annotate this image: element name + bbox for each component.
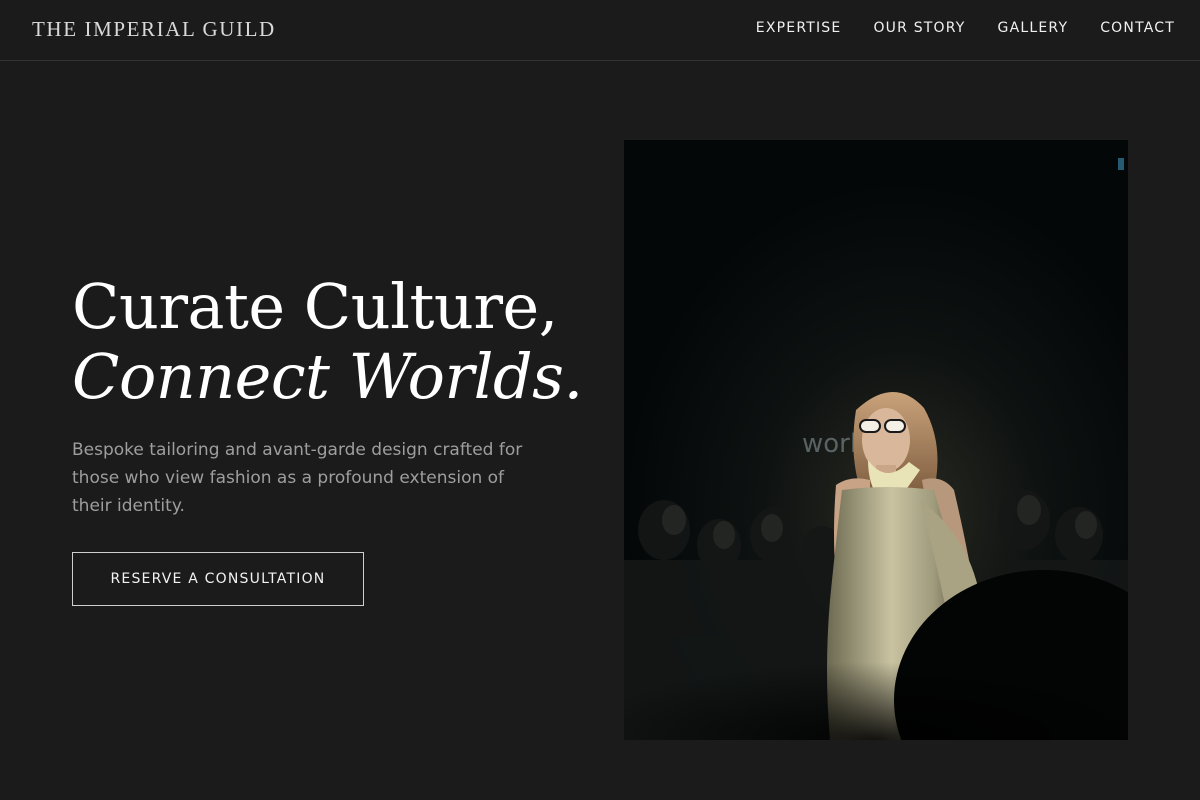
nav-link-our-story[interactable]: OUR STORY [873,20,965,36]
nav-links: EXPERTISE OUR STORY GALLERY CONTACT [756,19,1175,37]
nav-item-contact: CONTACT [1100,19,1175,37]
stage-light [1118,158,1124,170]
headline-line-1: Curate Culture, [72,270,558,343]
top-navigation: THE IMPERIAL GUILD EXPERTISE OUR STORY G… [0,0,1200,61]
brand-logo[interactable]: THE IMPERIAL GUILD [32,17,276,42]
nav-item-expertise: EXPERTISE [756,19,842,37]
hero-runway-photo: world [624,140,1128,740]
hero-subtext: Bespoke tailoring and avant-garde design… [72,440,523,516]
nav-item-gallery: GALLERY [998,19,1069,37]
foreground-shadow-bottom [624,610,1128,740]
nav-link-gallery[interactable]: GALLERY [998,20,1069,36]
nav-item-our-story: OUR STORY [873,19,965,37]
headline-line-2: Connect Worlds. [72,340,583,413]
hero-headline: Curate Culture, Connect Worlds. [72,272,602,412]
reserve-consultation-button[interactable]: RESERVE A CONSULTATION [72,552,364,606]
runway-photo-illustration: world [624,140,1128,740]
nav-link-contact[interactable]: CONTACT [1100,20,1175,36]
hero-copy: Curate Culture, Connect Worlds. Bespoke … [72,272,602,606]
nav-link-expertise[interactable]: EXPERTISE [756,20,842,36]
